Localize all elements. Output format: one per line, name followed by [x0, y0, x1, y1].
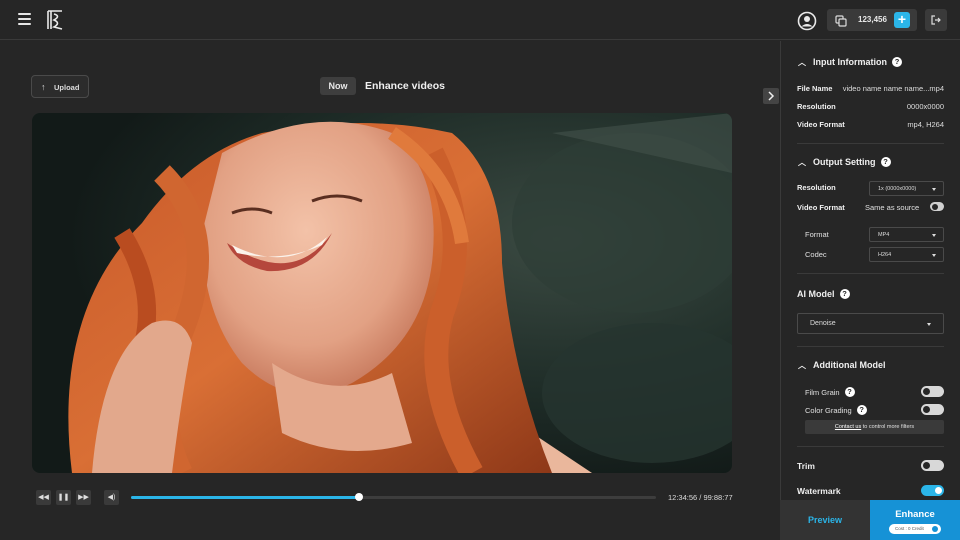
trim-toggle[interactable]	[921, 460, 944, 471]
caret-down-icon	[927, 323, 931, 326]
user-avatar-icon[interactable]	[797, 11, 817, 31]
progress-handle[interactable]	[355, 493, 364, 501]
watermark-toggle[interactable]	[921, 485, 944, 496]
help-icon[interactable]: ?	[856, 405, 867, 415]
input-format-label: Video Format	[797, 120, 845, 129]
help-icon[interactable]: ?	[880, 157, 891, 167]
ai-model-select[interactable]: Denoise	[797, 313, 944, 334]
credit-coins-icon	[835, 14, 847, 27]
now-badge: Now	[320, 77, 356, 95]
same-as-source-toggle[interactable]	[930, 202, 944, 211]
progress-fill	[131, 496, 360, 499]
codec-select[interactable]: H264	[869, 247, 944, 262]
trim-label: Trim	[797, 461, 815, 471]
file-name-value: video name name name...mp4	[842, 84, 944, 93]
caret-down-icon	[932, 234, 936, 237]
enhance-label: Enhance	[895, 509, 935, 520]
watermark-label: Watermark	[797, 486, 841, 496]
upload-label: Upload	[54, 83, 80, 92]
caret-down-icon	[932, 254, 936, 257]
credit-coin-icon	[932, 526, 938, 532]
credit-balance: 123,456 +	[827, 9, 917, 31]
film-grain-label: Film Grain?	[805, 387, 855, 397]
divider	[797, 273, 944, 274]
forward-button[interactable]: ▶▶	[76, 490, 91, 505]
help-icon[interactable]: ?	[892, 57, 902, 67]
preview-button[interactable]: Preview	[780, 500, 870, 540]
format-label: Format	[805, 230, 829, 239]
main-area: ↑ Upload Now Enhance videos ◀◀ ❚❚ ▶▶ ◀) …	[0, 41, 780, 540]
enhance-button[interactable]: Enhance Cost : 0 Credit	[870, 500, 960, 540]
menu-icon[interactable]	[18, 13, 31, 25]
logo-icon[interactable]	[46, 10, 64, 30]
output-setting-header[interactable]: ︿ Output Setting?	[798, 157, 891, 168]
output-resolution-select[interactable]: 1x (0000x0000)	[869, 181, 944, 196]
upload-button[interactable]: ↑ Upload	[31, 75, 89, 98]
additional-model-header[interactable]: ︿ Additional Model	[798, 360, 886, 371]
time-display: 12:34:56 / 99:88:77	[668, 493, 733, 502]
input-format-value: mp4, H264	[907, 120, 944, 129]
contact-us-link[interactable]: Contact us	[835, 424, 861, 430]
settings-panel: ︿ Input Information? File Name video name…	[780, 41, 960, 540]
pause-button[interactable]: ❚❚	[56, 490, 71, 505]
upload-arrow-icon: ↑	[41, 82, 46, 92]
divider	[797, 446, 944, 447]
divider	[797, 346, 944, 347]
add-credit-button[interactable]: +	[894, 12, 910, 28]
format-select[interactable]: MP4	[869, 227, 944, 242]
video-frame-image	[32, 113, 732, 473]
ai-model-header: AI Model?	[797, 289, 850, 299]
collapse-panel-button[interactable]	[763, 88, 779, 104]
help-icon[interactable]: ?	[844, 387, 855, 397]
chevron-up-icon: ︿	[798, 158, 806, 167]
input-resolution-label: Resolution	[797, 102, 836, 111]
cost-badge: Cost : 0 Credit	[889, 524, 941, 534]
color-grading-label: Color Grading?	[805, 405, 867, 415]
credit-count: 123,456	[858, 15, 887, 24]
progress-bar[interactable]	[131, 493, 656, 501]
codec-label: Codec	[805, 250, 827, 259]
film-grain-toggle[interactable]	[921, 386, 944, 397]
file-name-label: File Name	[797, 84, 833, 93]
volume-button[interactable]: ◀)	[104, 490, 119, 505]
player-controls: ◀◀ ❚❚ ▶▶ ◀) 12:34:56 / 99:88:77	[0, 485, 780, 509]
caret-down-icon	[932, 188, 936, 191]
input-info-header[interactable]: ︿ Input Information?	[798, 57, 902, 68]
chevron-up-icon: ︿	[798, 361, 806, 370]
logout-button[interactable]	[925, 9, 947, 31]
video-preview[interactable]	[32, 113, 732, 473]
chevron-up-icon: ︿	[798, 58, 806, 67]
color-grading-toggle[interactable]	[921, 404, 944, 415]
output-format-label: Video Format	[797, 203, 845, 212]
same-as-source-label: Same as source	[865, 203, 920, 212]
logout-icon	[931, 15, 941, 25]
top-bar: 123,456 +	[0, 0, 960, 40]
help-icon[interactable]: ?	[839, 289, 850, 299]
page-title: Enhance videos	[365, 80, 445, 92]
input-resolution-value: 0000x0000	[906, 102, 944, 111]
divider	[797, 143, 944, 144]
contact-banner: Contact us to control more filters	[805, 420, 944, 434]
rewind-button[interactable]: ◀◀	[36, 490, 51, 505]
output-resolution-label: Resolution	[797, 183, 836, 192]
chevron-right-icon	[768, 91, 775, 101]
